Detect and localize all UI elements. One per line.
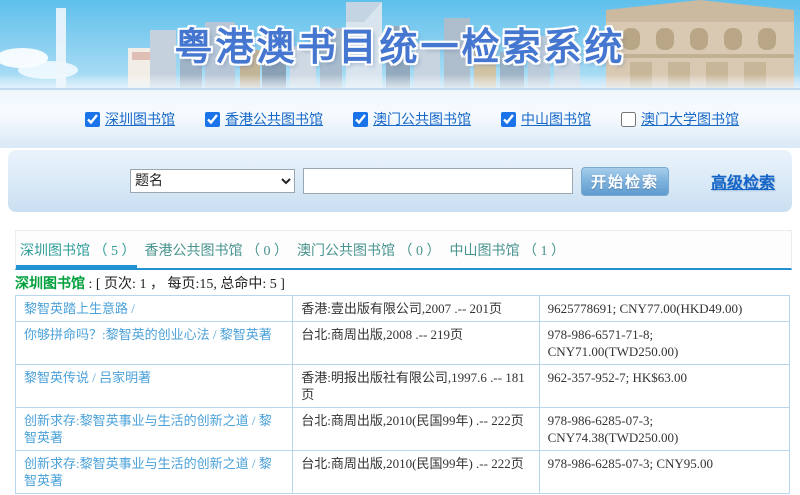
- search-input[interactable]: [303, 168, 573, 194]
- banner: 粤港澳书目统一检索系统: [0, 0, 800, 90]
- result-row: 创新求存:黎智英事业与生活的创新之道 / 黎智英著 台北:商周出版,2010(民…: [16, 408, 789, 451]
- result-title-link[interactable]: 创新求存:黎智英事业与生活的创新之道 / 黎智英著: [24, 413, 272, 445]
- result-isbn-price-cell: 9625778691; CNY77.00(HKD49.00): [540, 296, 789, 321]
- result-title-link[interactable]: 创新求存:黎智英事业与生活的创新之道 / 黎智英著: [24, 456, 272, 488]
- result-summary: 深圳图书馆 : [ 页次: 1 ， 每页:15, 总命中: 5 ]: [15, 273, 800, 293]
- result-isbn-price-cell: 962-357-952-7; HK$63.00: [540, 365, 789, 407]
- result-row: 你够拼命吗？:黎智英的创业心法 / 黎智英著 台北:商周出版,2008 .-- …: [16, 322, 789, 365]
- result-tab[interactable]: 澳门公共图书馆 （ 0 ）: [293, 231, 442, 268]
- search-submit-button[interactable]: 开始检索: [581, 167, 669, 196]
- result-publication-cell: 香港:壹出版有限公司,2007 .-- 201页: [293, 296, 539, 321]
- result-publication-cell: 香港:明报出版社有限公司,1997.6 .-- 181页: [293, 365, 539, 407]
- library-checkbox-item[interactable]: 香港公共图书馆: [205, 109, 323, 129]
- library-checkbox-item[interactable]: 澳门公共图书馆: [353, 109, 471, 129]
- library-checkbox-bar: 深圳图书馆 香港公共图书馆 澳门公共图书馆 中山图书馆 澳门大学图书馆: [0, 90, 800, 148]
- library-checkbox[interactable]: [85, 112, 100, 127]
- result-isbn-price-cell: 978-986-6571-71-8; CNY71.00(TWD250.00): [540, 322, 789, 364]
- library-link[interactable]: 澳门大学图书馆: [641, 109, 739, 129]
- result-tab[interactable]: 中山图书馆 （ 1 ）: [446, 231, 567, 268]
- library-link[interactable]: 深圳图书馆: [105, 109, 175, 129]
- library-checkbox-item[interactable]: 中山图书馆: [501, 109, 591, 129]
- result-isbn-price-cell: 978-986-6285-07-3; CNY74.38(TWD250.00): [540, 408, 789, 450]
- result-tabbar: 深圳图书馆 （ 5 ） 香港公共图书馆 （ 0 ） 澳门公共图书馆 （ 0 ） …: [15, 230, 792, 270]
- result-summary-detail: : [ 页次: 1 ， 每页:15, 总命中: 5 ]: [85, 277, 285, 292]
- library-checkbox[interactable]: [621, 112, 636, 127]
- advanced-search-link[interactable]: 高级检索: [711, 169, 775, 193]
- library-checkbox-item[interactable]: 深圳图书馆: [85, 109, 175, 129]
- search-field-select[interactable]: 题名: [130, 169, 295, 193]
- library-checkbox[interactable]: [353, 112, 368, 127]
- result-summary-library: 深圳图书馆: [15, 277, 85, 292]
- result-publication-cell: 台北:商周出版,2010(民国99年) .-- 222页: [293, 451, 539, 493]
- library-link[interactable]: 澳门公共图书馆: [373, 109, 471, 129]
- result-title-cell: 创新求存:黎智英事业与生活的创新之道 / 黎智英著: [16, 451, 293, 493]
- result-publication-cell: 台北:商周出版,2010(民国99年) .-- 222页: [293, 408, 539, 450]
- result-title-cell: 黎智英踏上生意路 /: [16, 296, 293, 321]
- result-title-cell: 创新求存:黎智英事业与生活的创新之道 / 黎智英著: [16, 408, 293, 450]
- library-link[interactable]: 中山图书馆: [521, 109, 591, 129]
- result-publication-cell: 台北:商周出版,2008 .-- 219页: [293, 322, 539, 364]
- result-tab[interactable]: 深圳图书馆 （ 5 ）: [16, 231, 137, 268]
- result-title-cell: 黎智英传说 / 吕家明著: [16, 365, 293, 407]
- library-checkbox[interactable]: [501, 112, 516, 127]
- result-row: 创新求存:黎智英事业与生活的创新之道 / 黎智英著 台北:商周出版,2010(民…: [16, 451, 789, 493]
- result-tab[interactable]: 香港公共图书馆 （ 0 ）: [141, 231, 290, 268]
- result-isbn-price-cell: 978-986-6285-07-3; CNY95.00: [540, 451, 789, 493]
- result-title-cell: 你够拼命吗？:黎智英的创业心法 / 黎智英著: [16, 322, 293, 364]
- result-title-link[interactable]: 黎智英踏上生意路 /: [24, 301, 135, 316]
- search-panel: 题名 开始检索 高级检索: [8, 150, 792, 212]
- catalog-search-page: 粤港澳书目统一检索系统 深圳图书馆 香港公共图书馆 澳门公共图书馆 中山图书馆: [0, 0, 800, 495]
- result-row: 黎智英传说 / 吕家明著 香港:明报出版社有限公司,1997.6 .-- 181…: [16, 365, 789, 408]
- results-table: 黎智英踏上生意路 / 香港:壹出版有限公司,2007 .-- 201页 9625…: [15, 295, 790, 494]
- result-title-link[interactable]: 你够拼命吗？:黎智英的创业心法 / 黎智英著: [24, 327, 272, 342]
- library-link[interactable]: 香港公共图书馆: [225, 109, 323, 129]
- result-title-link[interactable]: 黎智英传说 / 吕家明著: [24, 370, 151, 385]
- library-checkbox[interactable]: [205, 112, 220, 127]
- page-title: 粤港澳书目统一检索系统: [0, 16, 800, 71]
- library-checkbox-item[interactable]: 澳门大学图书馆: [621, 109, 739, 129]
- result-row: 黎智英踏上生意路 / 香港:壹出版有限公司,2007 .-- 201页 9625…: [16, 296, 789, 322]
